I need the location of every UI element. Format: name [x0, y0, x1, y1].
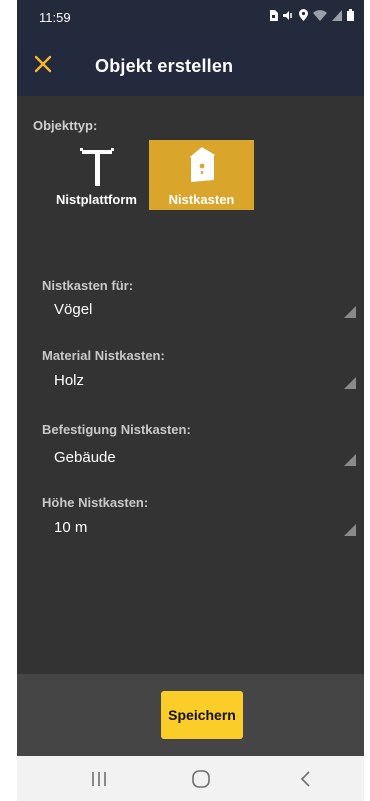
page-title: Objekt erstellen: [95, 56, 234, 76]
type-option-label: Nistkasten: [168, 192, 235, 207]
nest-box-icon: [189, 147, 215, 182]
field-label-material: Material Nistkasten:: [42, 348, 165, 363]
select-value: 10 m: [54, 519, 88, 536]
select-value: Gebäude: [54, 449, 116, 466]
save-button[interactable]: Speichern: [161, 691, 243, 739]
type-option-label: Nistplattform: [56, 192, 137, 207]
location-icon: [299, 9, 308, 21]
home-button[interactable]: [189, 768, 213, 790]
system-nav-bar: [17, 756, 364, 801]
type-option-nistkasten[interactable]: Nistkasten: [149, 140, 254, 210]
dropdown-arrow-icon: [344, 524, 356, 536]
bottom-action-bar: Speichern: [17, 674, 364, 756]
dropdown-arrow-icon: [344, 454, 356, 466]
mute-icon: [283, 10, 292, 20]
type-option-nistplattform[interactable]: Nistplattform: [44, 140, 149, 210]
close-icon: [34, 55, 52, 73]
field-label-hoehe: Höhe Nistkasten:: [42, 495, 149, 510]
recent-apps-icon: [92, 772, 106, 786]
app-bar: Objekt erstellen: [17, 34, 364, 96]
status-bar: 11:59: [17, 0, 364, 34]
sim-icon: [270, 9, 278, 21]
select-nistkasten-fuer[interactable]: Vögel: [42, 296, 360, 326]
dropdown-arrow-icon: [344, 377, 356, 389]
select-value: Vögel: [54, 301, 93, 318]
wifi-icon: [313, 9, 327, 21]
select-value: Holz: [54, 372, 85, 389]
platform-icon: [79, 148, 114, 186]
home-icon: [192, 770, 210, 788]
signal-icon: [332, 9, 342, 21]
dropdown-arrow-icon: [344, 306, 356, 318]
back-icon: [300, 771, 310, 787]
battery-icon: [347, 9, 354, 21]
form-content: Objekttyp: Nistplattform Nistkasten Nist…: [17, 96, 364, 674]
status-time: 11:59: [39, 10, 71, 25]
field-label-befestigung: Befestigung Nistkasten:: [42, 422, 191, 437]
phone-screen: 11:59 Objekt erstellen Objekttyp: Nistpl…: [17, 0, 364, 801]
select-hoehe[interactable]: 10 m: [42, 514, 360, 544]
close-button[interactable]: [27, 48, 59, 80]
object-type-label: Objekttyp:: [33, 118, 98, 133]
field-label-nistkasten-fuer: Nistkasten für:: [42, 278, 134, 293]
select-befestigung[interactable]: Gebäude: [42, 444, 360, 474]
back-button[interactable]: [294, 768, 318, 790]
recent-apps-button[interactable]: [87, 768, 111, 790]
status-icons: [269, 9, 354, 21]
select-material[interactable]: Holz: [42, 367, 360, 397]
